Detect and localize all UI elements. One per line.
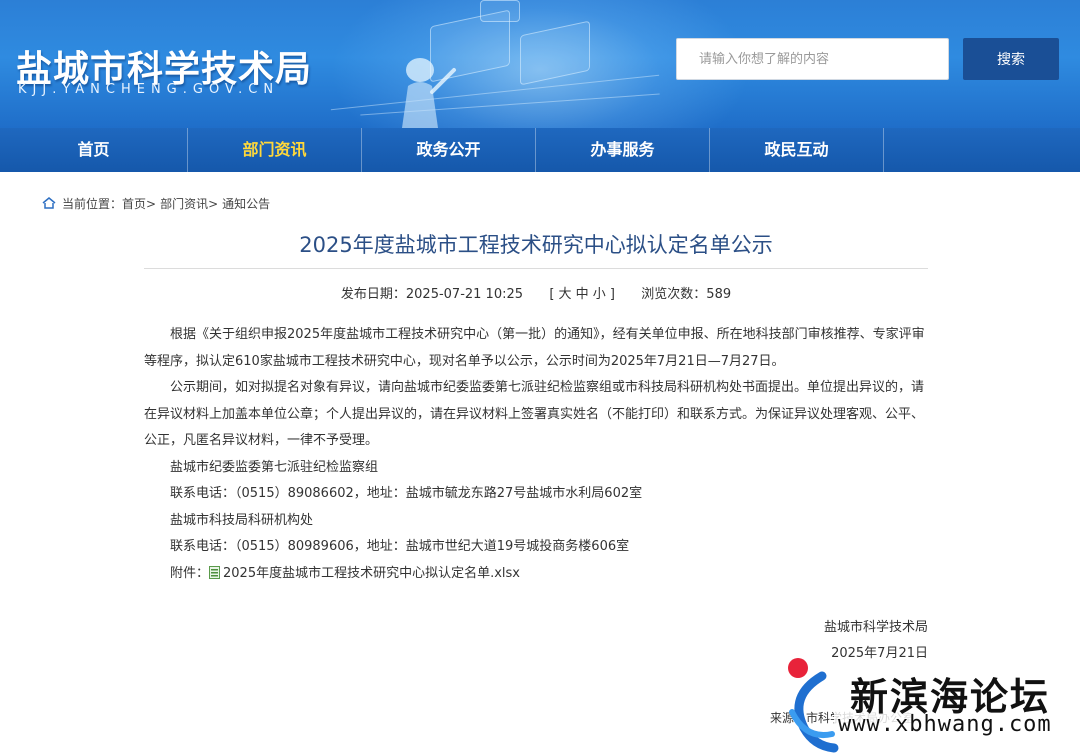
attachment-link[interactable]: 2025年度盐城市工程技术研究中心拟认定名单.xlsx	[223, 566, 520, 581]
nav-item-department-news[interactable]: 部门资讯	[188, 128, 362, 172]
contact-org: 盐城市科技局科研机构处	[170, 512, 314, 528]
robot-figure-illustration	[402, 58, 456, 128]
watermark-url: www.xbhwang.com	[838, 712, 1052, 737]
contact-org: 盐城市纪委监委第七派驻纪检监察组	[170, 459, 379, 475]
breadcrumb: 当前位置： 首页> 部门资讯> 通知公告	[42, 195, 270, 211]
breadcrumb-item-notices[interactable]: 通知公告	[222, 195, 270, 212]
views-label: 浏览次数：	[641, 287, 707, 302]
search-input[interactable]	[676, 38, 949, 80]
site-domain: KJJ.YANCHENG.GOV.CN	[18, 82, 280, 97]
nav-item-home[interactable]: 首页	[0, 128, 188, 172]
title-divider	[144, 268, 928, 269]
breadcrumb-item-home[interactable]: 首页>	[122, 195, 156, 212]
nav-item-services[interactable]: 办事服务	[536, 128, 710, 172]
breadcrumb-prefix: 当前位置：	[62, 196, 123, 211]
search-button[interactable]: 搜索	[963, 38, 1059, 80]
nav-item-government-affairs[interactable]: 政务公开	[362, 128, 536, 172]
attachment-row: 附件： 2025年度盐城市工程技术研究中心拟认定名单.xlsx	[144, 561, 928, 588]
article-paragraph: 公示期间，如对拟提名对象有异议，请向盐城市纪委监委第七派驻纪检监察组或市科技局科…	[144, 380, 925, 448]
signature-org: 盐城市科学技术局	[823, 620, 928, 635]
header-banner: 盐城市科学技术局 KJJ.YANCHENG.GOV.CN 搜索	[0, 0, 1080, 128]
article-meta: 发布日期：2025-07-21 10:25 [ 大 中 小 ] 浏览次数：589	[144, 283, 928, 302]
article-title: 2025年度盐城市工程技术研究中心拟认定名单公示	[299, 233, 773, 257]
attachment-label: 附件：	[170, 565, 210, 581]
breadcrumb-item-department-news[interactable]: 部门资讯>	[160, 195, 218, 212]
excel-file-icon	[209, 565, 221, 579]
home-icon	[42, 197, 56, 209]
views-count: 589	[706, 287, 732, 302]
article-body: 根据《关于组织申报2025年度盐城市工程技术研究中心（第一批）的通知》，经有关单…	[144, 322, 928, 587]
publish-date: 2025-07-21 10:25	[405, 287, 524, 302]
contact-info: 联系电话：（0515）80989606，地址：盐城市世纪大道19号城投商务楼60…	[170, 539, 630, 554]
publish-date-label: 发布日期：	[340, 287, 406, 302]
banner-decoration	[480, 0, 520, 22]
contact-info: 联系电话：（0515）89086602，地址：盐城市毓龙东路27号盐城市水利局6…	[170, 486, 643, 501]
article-paragraph: 根据《关于组织申报2025年度盐城市工程技术研究中心（第一批）的通知》，经有关单…	[144, 327, 925, 369]
font-size-control[interactable]: [ 大 中 小 ]	[549, 287, 615, 302]
main-nav: 首页 部门资讯 政务公开 办事服务 政民互动	[0, 128, 1080, 172]
nav-item-interaction[interactable]: 政民互动	[710, 128, 884, 172]
